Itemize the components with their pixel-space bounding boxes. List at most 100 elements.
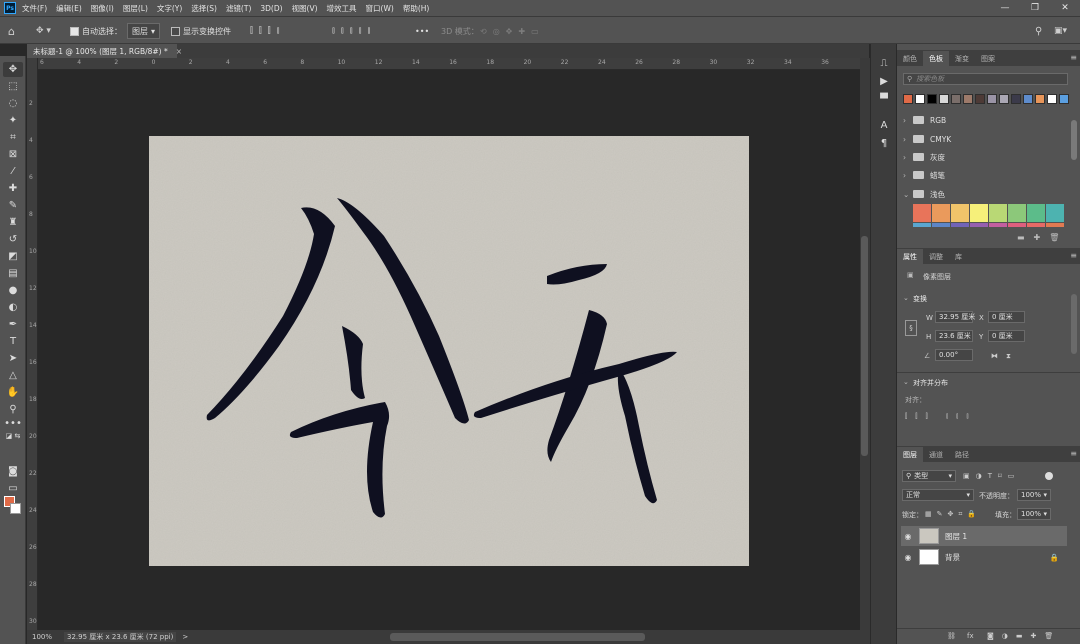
align-icons[interactable]: ⫿⫿⫿⫾ (250, 26, 286, 36)
width-input[interactable]: 32.95 厘米 (935, 311, 975, 323)
light-swatch[interactable] (1008, 204, 1026, 222)
light-swatch[interactable] (970, 204, 988, 222)
recent-swatch[interactable] (1023, 94, 1033, 104)
recent-swatch[interactable] (975, 94, 985, 104)
recent-swatch[interactable] (987, 94, 997, 104)
angle-input[interactable]: 0.00° (935, 349, 973, 361)
pen-tool-icon[interactable]: ✒ (3, 317, 23, 332)
hand-tool-icon[interactable]: ✋ (3, 385, 23, 400)
eyedropper-icon[interactable]: ⁄ (3, 164, 23, 179)
path-selection-icon[interactable]: ➤ (3, 351, 23, 366)
recent-swatch[interactable] (915, 94, 925, 104)
menu-file[interactable]: 文件(F) (22, 3, 47, 14)
opacity-input[interactable]: 100% ▾ (1017, 489, 1051, 501)
vertical-scrollbar-thumb[interactable] (861, 236, 868, 456)
background-color-swatch[interactable] (10, 503, 21, 514)
flip-buttons-icons[interactable]: ⧓⧗ (991, 352, 1019, 361)
light-swatch[interactable] (970, 223, 988, 227)
align-buttons-icons[interactable]: ⫿⫿⫿ ⫾⫾⫾ (905, 412, 977, 421)
zoom-level[interactable]: 100% (32, 633, 52, 641)
distribute-buttons-group[interactable]: ⫾⫾⫾⫾⫾ (332, 23, 376, 39)
minimize-icon[interactable]: — (990, 0, 1020, 16)
tab-properties[interactable]: 属性 (897, 249, 923, 264)
lock-options-icons[interactable]: ▦✎✥⌗🔒 (925, 510, 981, 519)
light-swatch[interactable] (989, 223, 1007, 227)
menu-image[interactable]: 图像(I) (91, 3, 114, 14)
layer-footer-icons[interactable]: ◙◑▬✚🗑 (987, 632, 1061, 640)
clone-stamp-icon[interactable]: ♜ (3, 215, 23, 230)
collapse-chevron-icon[interactable]: ⌄ (903, 294, 909, 302)
horizontal-scrollbar-thumb[interactable] (390, 633, 645, 641)
crop-tool-icon[interactable]: ⌗ (3, 130, 23, 145)
menu-window[interactable]: 窗口(W) (366, 3, 394, 14)
tab-paths[interactable]: 路径 (949, 447, 975, 462)
recent-swatch[interactable] (1035, 94, 1045, 104)
tab-swatches[interactable]: 色板 (923, 51, 949, 66)
recent-swatch[interactable] (963, 94, 973, 104)
recent-swatch[interactable] (903, 94, 913, 104)
move-tool-icon[interactable]: ✥ (3, 62, 23, 77)
recent-swatch[interactable] (1011, 94, 1021, 104)
recent-swatch[interactable] (1047, 94, 1057, 104)
tab-color[interactable]: 颜色 (897, 51, 923, 66)
panel-menu-icon[interactable]: ≡ (1070, 449, 1077, 458)
tab-gradients[interactable]: 渐变 (949, 51, 975, 66)
screen-mode-icon[interactable]: ▭ (3, 481, 23, 496)
paragraph-panel-icon[interactable]: ¶ (874, 136, 894, 151)
light-swatch[interactable] (1008, 223, 1026, 227)
layer-filter-dropdown[interactable]: ⚲ 类型 ▾ (902, 470, 956, 482)
recent-swatch[interactable] (999, 94, 1009, 104)
zoom-tool-icon[interactable]: ⚲ (3, 402, 23, 417)
marquee-tool-icon[interactable]: ⬚ (3, 79, 23, 94)
status-menu-icon[interactable]: > (182, 633, 188, 641)
tab-channels[interactable]: 通道 (923, 447, 949, 462)
light-swatch[interactable] (951, 204, 969, 222)
layer-filter-icons[interactable]: ▣◑T⌑▭ (963, 472, 1020, 480)
menu-view[interactable]: 视图(V) (292, 3, 318, 14)
history-panel-icon[interactable]: ⎍ (874, 56, 894, 71)
menu-type[interactable]: 文字(Y) (157, 3, 182, 14)
collapse-chevron-icon[interactable]: ⌄ (903, 378, 909, 386)
properties-scrollbar-thumb[interactable] (1071, 294, 1077, 354)
tab-patterns[interactable]: 图案 (975, 51, 1001, 66)
dodge-tool-icon[interactable]: ◐ (3, 300, 23, 315)
visibility-eye-icon[interactable]: ◉ (901, 553, 915, 562)
swatch-group-pastel[interactable]: › 蜡笔 (903, 167, 1068, 183)
menu-help[interactable]: 帮助(H) (403, 3, 430, 14)
swatches-footer-icons[interactable]: ▬✚🗑 (1017, 233, 1077, 242)
comments-panel-icon[interactable]: ▀ (874, 92, 894, 107)
tab-adjustments[interactable]: 调整 (923, 249, 949, 264)
x-input[interactable]: 0 厘米 (988, 311, 1025, 323)
light-swatch[interactable] (989, 204, 1007, 222)
document-tab[interactable]: 未标题-1 @ 100% (图层 1, RGB/8#) * × (27, 44, 182, 58)
horizontal-ruler[interactable]: 6 4 2 0 2 4 6 8 10 12 14 16 18 20 22 24 26 28 30 32 34 36 (38, 58, 860, 70)
layer-row-background[interactable]: ◉ 背景 🔒 (901, 547, 1067, 567)
swatch-group-light[interactable]: ⌄ 浅色 (903, 186, 1068, 202)
light-swatch[interactable] (1027, 204, 1045, 222)
close-icon[interactable]: ✕ (1050, 0, 1080, 16)
link-layers-icon[interactable]: ⛓ (947, 632, 956, 640)
visibility-eye-icon[interactable]: ◉ (901, 532, 915, 541)
swatches-search-input[interactable]: ⚲ 搜索色板 (903, 73, 1068, 85)
default-colors-icon[interactable]: ◪ ⇆ (3, 428, 23, 443)
light-swatch[interactable] (1027, 223, 1045, 227)
panel-menu-icon[interactable]: ≡ (1070, 251, 1077, 260)
layer-row-layer-1[interactable]: ◉ 图层 1 (901, 526, 1067, 546)
recent-swatch[interactable] (1059, 94, 1069, 104)
actions-panel-icon[interactable]: ▶ (874, 74, 894, 89)
fill-input[interactable]: 100% ▾ (1017, 508, 1051, 520)
filter-toggle-icon[interactable] (1045, 472, 1053, 480)
swatches-scrollbar-thumb[interactable] (1071, 120, 1077, 160)
more-options-button[interactable]: ••• (415, 23, 429, 39)
blur-tool-icon[interactable]: ● (3, 283, 23, 298)
magic-wand-icon[interactable]: ✦ (3, 113, 23, 128)
swatch-group-rgb[interactable]: › RGB (903, 112, 1068, 128)
quick-mask-icon[interactable]: ◙ (3, 464, 23, 479)
light-swatch[interactable] (932, 223, 950, 227)
character-panel-icon[interactable]: A (874, 118, 894, 133)
shape-tool-icon[interactable]: △ (3, 368, 23, 383)
link-dimensions-icon[interactable]: § (905, 320, 917, 336)
auto-select-target-dropdown[interactable]: 图层 ▾ (127, 23, 160, 39)
tab-libraries[interactable]: 库 (949, 249, 968, 264)
swatch-group-grayscale[interactable]: › 灰度 (903, 149, 1068, 165)
